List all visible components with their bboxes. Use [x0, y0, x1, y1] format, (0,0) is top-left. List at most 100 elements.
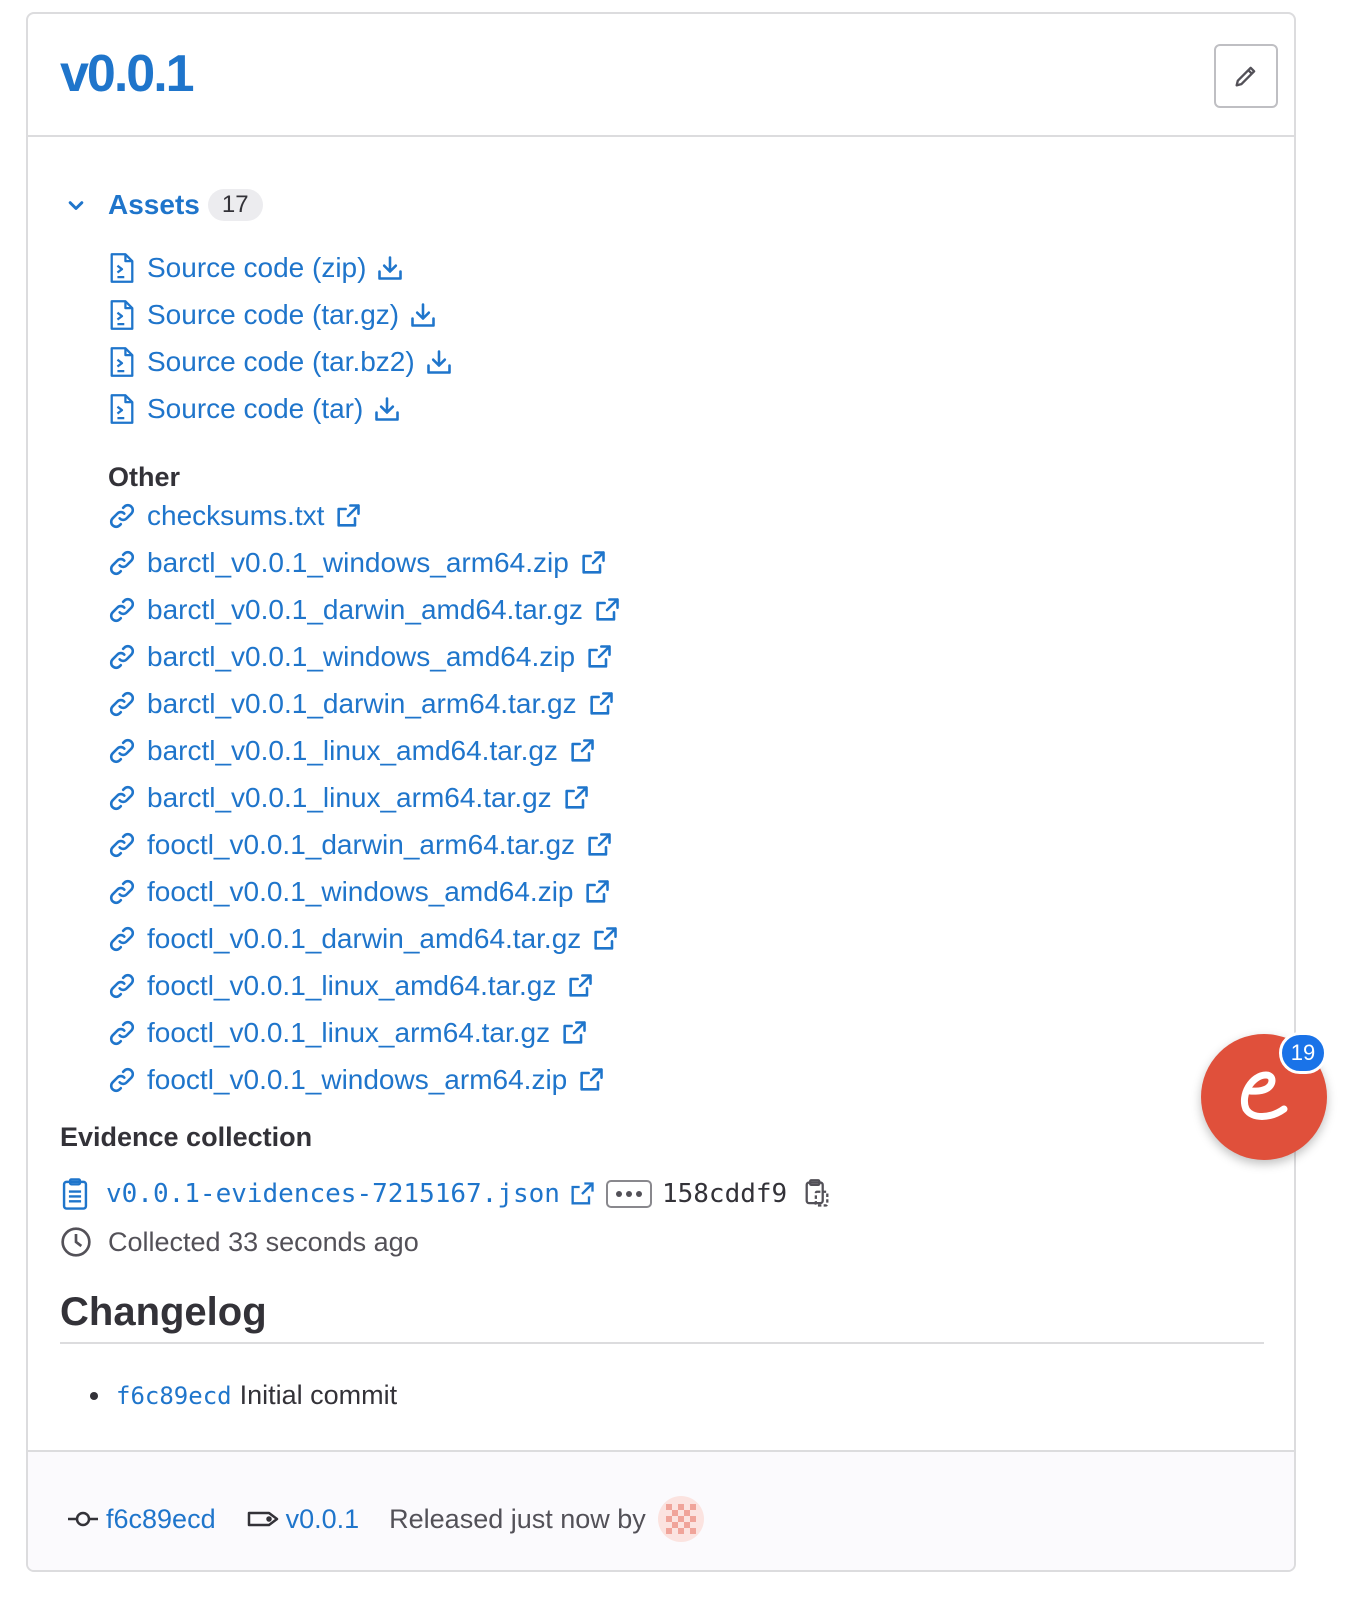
asset-label: fooctl_v0.0.1_darwin_amd64.tar.gz	[147, 922, 582, 954]
link-icon	[109, 926, 135, 951]
edit-release-button[interactable]	[1214, 44, 1278, 108]
source-code-link[interactable]: Source code (zip)	[108, 244, 453, 291]
divider	[60, 1342, 1264, 1344]
external-link-icon	[569, 973, 593, 997]
asset-link[interactable]: barctl_v0.0.1_windows_amd64.zip	[108, 633, 621, 680]
external-link-icon	[589, 691, 613, 715]
source-code-label: Source code (tar.bz2)	[147, 345, 415, 377]
asset-link[interactable]: barctl_v0.0.1_linux_amd64.tar.gz	[108, 727, 621, 774]
source-code-link[interactable]: Source code (tar)	[108, 385, 453, 432]
asset-link[interactable]: fooctl_v0.0.1_darwin_amd64.tar.gz	[108, 915, 621, 962]
asset-link[interactable]: barctl_v0.0.1_darwin_arm64.tar.gz	[108, 680, 621, 727]
copy-icon[interactable]	[803, 1178, 831, 1210]
link-icon	[109, 832, 135, 857]
asset-link[interactable]: checksums.txt	[108, 492, 621, 539]
release-footer: f6c89ecd v0.0.1 Released just now by	[28, 1450, 1294, 1570]
assets-label: Assets	[108, 189, 200, 220]
asset-link[interactable]: barctl_v0.0.1_windows_arm64.zip	[108, 539, 621, 586]
file-code-icon	[110, 346, 134, 377]
chevron-down-icon	[68, 201, 84, 210]
footer-meta: f6c89ecd v0.0.1 Released just now by	[66, 1496, 704, 1542]
asset-label: fooctl_v0.0.1_windows_amd64.zip	[147, 875, 574, 907]
external-link-icon	[588, 832, 611, 856]
link-icon	[109, 879, 135, 904]
asset-link[interactable]: fooctl_v0.0.1_darwin_arm64.tar.gz	[108, 821, 621, 868]
asset-link[interactable]: fooctl_v0.0.1_linux_arm64.tar.gz	[108, 1009, 621, 1056]
release-header: v0.0.1	[28, 14, 1294, 137]
asset-label: barctl_v0.0.1_darwin_arm64.tar.gz	[147, 687, 577, 719]
asset-link[interactable]: barctl_v0.0.1_linux_arm64.tar.gz	[108, 774, 621, 821]
asset-label: barctl_v0.0.1_darwin_amd64.tar.gz	[147, 593, 583, 625]
asset-link[interactable]: fooctl_v0.0.1_windows_arm64.zip	[108, 1056, 621, 1103]
external-link-icon	[571, 1182, 594, 1205]
external-link-icon	[582, 550, 605, 574]
assets-toggle[interactable]: Assets 17	[62, 189, 263, 221]
source-code-label: Source code (tar)	[147, 392, 364, 424]
link-icon	[109, 503, 135, 528]
commit-icon	[68, 1511, 98, 1527]
external-link-icon	[588, 644, 611, 668]
asset-label: fooctl_v0.0.1_darwin_arm64.tar.gz	[147, 828, 576, 860]
external-link-icon	[563, 1020, 586, 1044]
source-code-label: Source code (tar.gz)	[147, 298, 400, 330]
pencil-icon	[1235, 66, 1256, 87]
expand-sha-button[interactable]	[605, 1180, 652, 1208]
footer-commit-link[interactable]: f6c89ecd	[106, 1504, 216, 1535]
file-code-icon	[110, 252, 134, 283]
asset-label: barctl_v0.0.1_linux_amd64.tar.gz	[147, 734, 558, 766]
link-icon	[109, 691, 135, 716]
asset-label: fooctl_v0.0.1_windows_arm64.zip	[147, 1063, 568, 1095]
source-code-link[interactable]: Source code (tar.bz2)	[108, 338, 453, 385]
external-link-icon	[586, 879, 610, 903]
link-icon	[109, 1067, 135, 1092]
clock-icon	[61, 1227, 91, 1257]
external-link-icon	[594, 926, 618, 950]
link-icon	[109, 1020, 135, 1045]
download-icon	[375, 396, 400, 421]
link-icon	[109, 738, 135, 763]
asset-link[interactable]: fooctl_v0.0.1_linux_amd64.tar.gz	[108, 962, 621, 1009]
file-code-icon	[110, 299, 134, 330]
footer-tag-link[interactable]: v0.0.1	[286, 1504, 360, 1535]
external-link-icon	[571, 738, 594, 762]
evidence-heading: Evidence collection	[60, 1122, 313, 1152]
external-link-icon	[580, 1067, 604, 1091]
evidence-file-link[interactable]: v0.0.1-evidences-7215167.json	[106, 1179, 560, 1209]
tag-icon	[247, 1511, 278, 1527]
external-link-icon	[565, 785, 588, 809]
asset-label: checksums.txt	[147, 499, 325, 531]
asset-label: barctl_v0.0.1_windows_arm64.zip	[147, 546, 569, 578]
other-heading: Other	[108, 462, 181, 492]
asset-link[interactable]: barctl_v0.0.1_darwin_amd64.tar.gz	[108, 586, 621, 633]
other-assets-list: checksums.txt barctl_v0.0.1_windows_arm6…	[108, 492, 621, 1103]
ellipsis-icon	[615, 1191, 642, 1197]
clipboard-icon	[62, 1178, 88, 1210]
asset-label: fooctl_v0.0.1_linux_amd64.tar.gz	[147, 969, 557, 1001]
external-link-icon	[596, 597, 619, 621]
changelog-title: Changelog	[60, 1290, 267, 1334]
link-icon	[109, 550, 135, 575]
release-title[interactable]: v0.0.1	[60, 44, 195, 104]
link-icon	[109, 973, 135, 998]
changelog-item: f6c89ecd Initial commit	[90, 1380, 397, 1411]
notification-badge: 19	[1279, 1032, 1327, 1074]
link-icon	[109, 644, 135, 669]
changelog-commit-link[interactable]: f6c89ecd	[116, 1382, 232, 1410]
avatar[interactable]	[657, 1496, 704, 1542]
asset-label: barctl_v0.0.1_linux_arm64.tar.gz	[147, 781, 552, 813]
link-icon	[109, 597, 135, 622]
download-icon	[411, 302, 435, 327]
evidence-row: v0.0.1-evidences-7215167.json 158cddf9	[60, 1174, 831, 1214]
source-code-list: Source code (zip) Source code (tar.gz) S…	[108, 244, 453, 432]
link-icon	[109, 785, 135, 810]
collected-row: Collected 33 seconds ago	[60, 1226, 419, 1258]
source-code-link[interactable]: Source code (tar.gz)	[108, 291, 453, 338]
asset-link[interactable]: fooctl_v0.0.1_windows_amd64.zip	[108, 868, 621, 915]
bullet	[90, 1391, 98, 1400]
collected-text: Collected 33 seconds ago	[108, 1226, 419, 1257]
external-link-icon	[337, 503, 361, 527]
source-code-label: Source code (zip)	[147, 251, 367, 283]
identicon-icon	[657, 1496, 704, 1542]
changelog-message: Initial commit	[239, 1380, 398, 1410]
download-icon	[426, 349, 451, 374]
